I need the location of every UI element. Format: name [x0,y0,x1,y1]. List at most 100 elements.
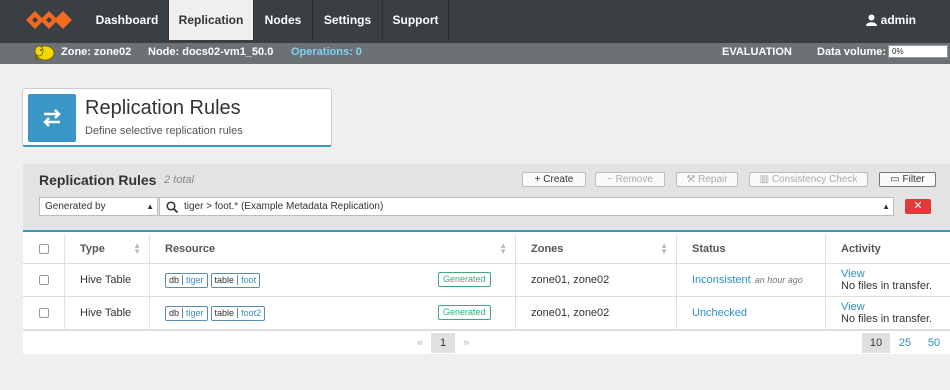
row-select-cell [23,264,64,296]
top-navbar: Dashboard Replication Nodes Settings Sup… [0,0,950,40]
tag-key: table [211,274,239,285]
operations-link[interactable]: Operations: 0 [291,46,362,58]
sort-icon: ▲ ▼ [660,240,668,256]
header-zones[interactable]: Zones ▲ ▼ [515,234,676,263]
page-header-card: Replication Rules Define selective repli… [22,88,332,147]
activity-cell: View No files in transfer. [825,297,950,329]
header-type[interactable]: Type ▲ ▼ [64,234,149,263]
node-label: Node: docs02-vm1_50.0 [148,46,274,58]
filter-button[interactable]: ▭ Filter [879,172,936,187]
page-subtitle: Define selective replication rules [85,125,243,137]
row-select-cell [23,297,64,329]
status-bar-strip [0,40,950,43]
activity-text: No files in transfer. [841,313,933,325]
replication-arrows-icon [28,94,76,142]
resource-cell: db tiger table foot Generated [149,264,515,296]
page-1-button[interactable]: 1 [431,333,455,353]
filter-icon: ▭ [890,174,903,185]
generated-badge: Generated [438,272,491,287]
generated-by-select[interactable]: Generated by ▲ [39,197,158,216]
page-size-50[interactable]: 50 [921,333,947,353]
consistency-check-button[interactable]: ▥ Consistency Check [749,172,868,187]
status-time: an hour ago [754,275,803,285]
zones-cell: zone01, zone02 [515,264,676,296]
header-select-cell [23,234,64,263]
wrench-icon: ⚒ [686,174,699,185]
create-button[interactable]: + Create [522,172,586,187]
select-all-checkbox[interactable] [39,243,49,254]
row-checkbox[interactable] [39,275,49,285]
query-text: tiger > foot.* (Example Metadata Replica… [184,201,384,212]
status-cell: Inconsistent an hour ago [676,264,825,296]
page-title: Replication Rules [85,97,241,119]
activity-text: No files in transfer. [841,280,933,292]
total-count: 2 total [164,174,194,186]
header-resource-label: Resource [165,242,216,255]
zones-cell: zone01, zone02 [515,297,676,329]
view-link[interactable]: View [841,301,865,313]
header-status: Status [676,234,825,263]
tag-key: db [166,307,184,318]
header-resource[interactable]: Resource ▲ ▼ [149,234,515,263]
table-row[interactable]: Hive Table db tiger table foot2 Generated … [23,297,950,330]
data-volume-meter: 0% [888,45,948,58]
activity-cell: View No files in transfer. [825,264,950,296]
db-tag: db tiger [165,305,208,321]
select-value: Generated by [45,201,106,212]
select-arrows-icon: ▲ [146,202,154,211]
table-tag: table foot [210,272,261,288]
repair-label: Repair [698,174,728,185]
user-name: admin [880,13,916,27]
header-type-label: Type [80,242,105,255]
row-checkbox[interactable] [39,308,49,318]
pagination: « 1 » 10 25 50 [23,330,950,354]
user-menu[interactable]: admin [865,0,916,40]
tab-nodes[interactable]: Nodes [254,0,313,40]
query-arrows-icon: ▲ [882,202,890,211]
sort-icon: ▲ ▼ [133,240,141,256]
hadoop-elephant-icon [34,45,55,61]
data-volume-label: Data volume: [817,46,887,58]
header-activity: Activity [825,234,950,263]
tab-replication[interactable]: Replication [169,0,254,40]
remove-button[interactable]: − Remove [595,172,665,187]
tab-settings[interactable]: Settings [313,0,383,40]
status-link[interactable]: Inconsistent [692,274,751,286]
page-size-25[interactable]: 25 [892,333,918,353]
table-row[interactable]: Hive Table db tiger table foot Generated z… [23,264,950,297]
header-activity-label: Activity [841,242,881,255]
consistency-label: Consistency Check [771,174,858,185]
tag-key: db [166,274,184,285]
sort-icon: ▲ ▼ [499,240,507,256]
header-zones-label: Zones [531,242,564,255]
tag-value: tiger [186,307,204,318]
tag-value: foot [241,274,257,285]
license-label: EVALUATION [722,46,792,58]
filter-query-input[interactable]: tiger > foot.* (Example Metadata Replica… [159,197,894,216]
type-cell: Hive Table [64,264,149,296]
bars-icon: ▥ [759,174,772,185]
tag-value: foot2 [241,307,262,318]
tab-support[interactable]: Support [383,0,449,40]
view-link[interactable]: View [841,268,865,280]
type-cell: Hive Table [64,297,149,329]
tab-dashboard[interactable]: Dashboard [86,0,169,40]
status-link[interactable]: Unchecked [692,307,747,319]
table-tag: table foot2 [210,305,266,321]
header-status-label: Status [692,242,726,255]
wandisco-logo[interactable] [0,0,86,40]
status-cell: Unchecked [676,297,825,329]
tag-key: table [211,307,239,318]
db-tag: db tiger [165,272,208,288]
prev-page-button[interactable]: « [409,333,431,353]
next-page-button[interactable]: » [455,333,477,353]
user-icon [865,14,877,26]
clear-filter-button[interactable]: ✕ [905,199,931,214]
page-size-10[interactable]: 10 [862,333,890,353]
repair-button[interactable]: ⚒ Repair [676,172,738,187]
status-bar: Zone: zone02 Node: docs02-vm1_50.0 Opera… [0,40,950,64]
generated-badge: Generated [438,305,491,320]
tag-value: tiger [186,274,204,285]
resource-cell: db tiger table foot2 Generated [149,297,515,329]
zone-label: Zone: zone02 [61,46,132,58]
